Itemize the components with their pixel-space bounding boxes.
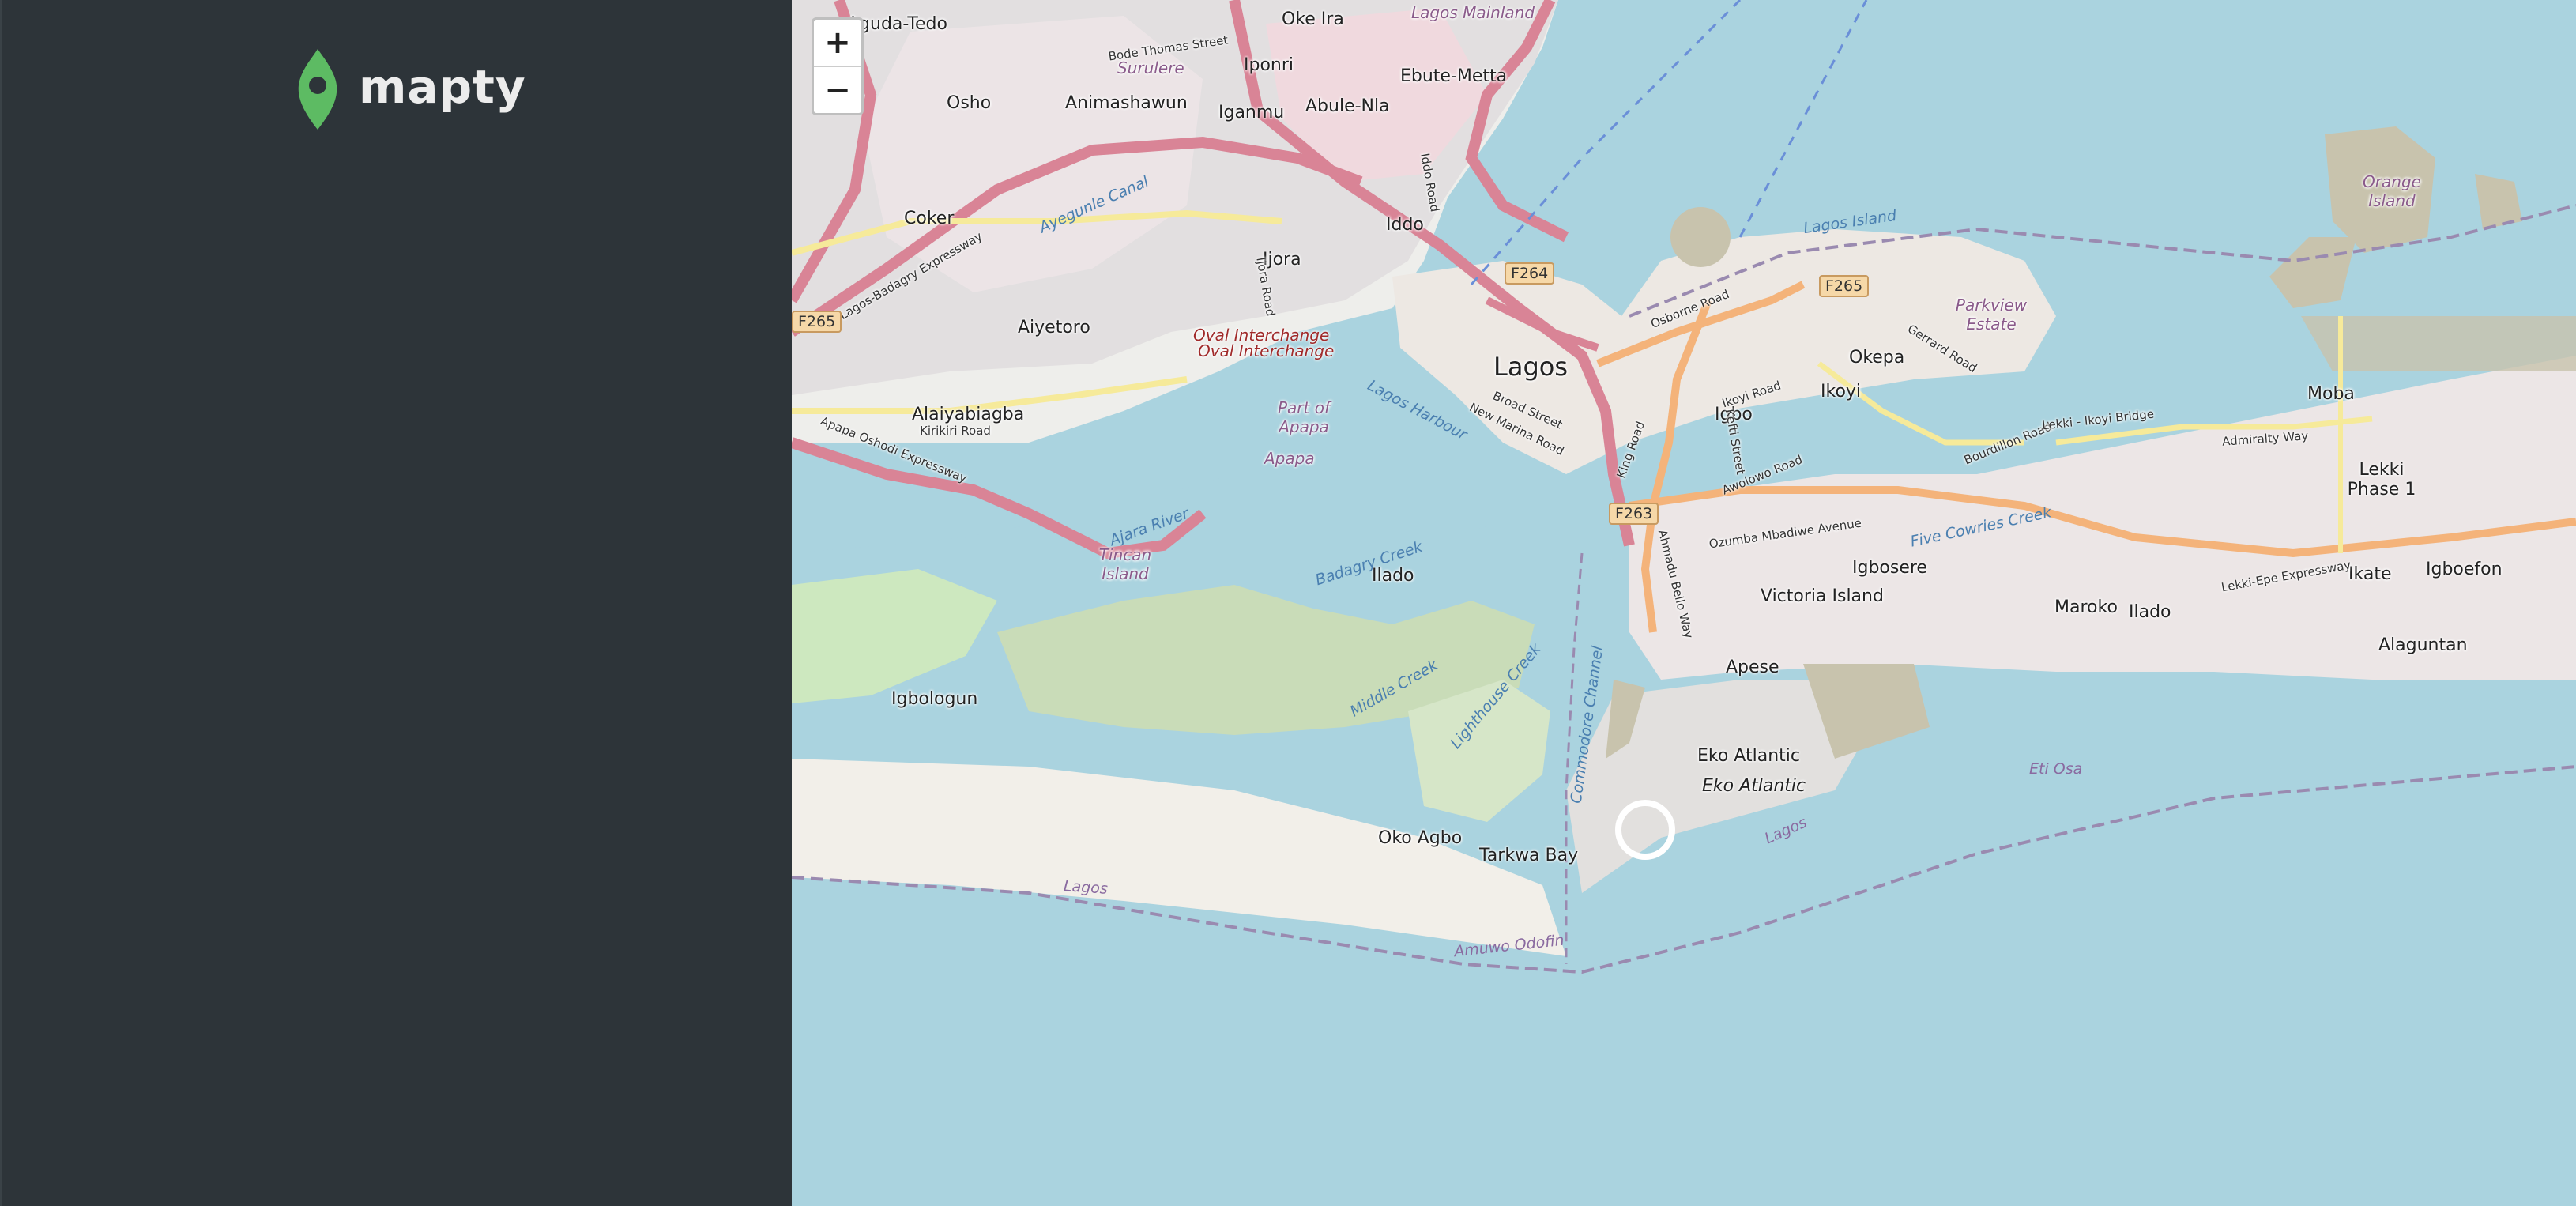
map-label-moba: Moba bbox=[2307, 384, 2355, 404]
map-label-animashawun: Animashawun bbox=[1065, 93, 1188, 113]
map-label-part-of-apapa: Part of Apapa bbox=[1277, 398, 1330, 436]
map-label-osho: Osho bbox=[947, 93, 992, 113]
map-label-oko-agbo: Oko Agbo bbox=[1378, 828, 1463, 848]
map-label-lekki-phase-1: Lekki Phase 1 bbox=[2347, 460, 2416, 499]
map-label-oke-ira: Oke Ira bbox=[1282, 9, 1344, 29]
zoom-out-button[interactable]: − bbox=[814, 66, 861, 113]
map-label-eko-atlantic: Eko Atlantic bbox=[1697, 746, 1800, 766]
water-label-lagos-west: Lagos bbox=[1063, 877, 1109, 898]
map-pin-icon bbox=[294, 46, 341, 133]
map-label-igbosere: Igbosere bbox=[1852, 558, 1927, 578]
map-label-iponri: Iponri bbox=[1244, 55, 1294, 75]
map-label-lagos: Lagos bbox=[1493, 352, 1568, 382]
map-label-parkview-estate: Parkview Estate bbox=[1955, 296, 2028, 334]
map-label-iganmu: Iganmu bbox=[1218, 103, 1285, 122]
road-shield-f263: F263 bbox=[1609, 503, 1659, 525]
zoom-control: + − bbox=[812, 17, 864, 115]
map-label-oval-interchange-2: Oval Interchange bbox=[1198, 341, 1335, 360]
logo-text: mapty bbox=[359, 60, 526, 114]
map-label-ilado: Ilado bbox=[2129, 602, 2171, 622]
map-label-abule-nla: Abule-Nla bbox=[1305, 96, 1390, 116]
map-label-coker: Coker bbox=[904, 209, 955, 228]
app-root: mapty Lagos Ikoyi Victoria Island Maroko… bbox=[0, 0, 2576, 1206]
map-label-orange-island: Orange Island bbox=[2363, 172, 2421, 210]
map-label-ikoyi: Ikoyi bbox=[1821, 382, 1862, 401]
water-label-eti-osa: Eti Osa bbox=[2029, 760, 2083, 778]
map-label-tincan-island: Tincan Island bbox=[1098, 545, 1152, 583]
map-label-ebute-metta: Ebute-Metta bbox=[1400, 66, 1508, 86]
zoom-in-button[interactable]: + bbox=[814, 20, 861, 66]
map-label-apapa: Apapa bbox=[1264, 449, 1315, 468]
road-shield-f264: F264 bbox=[1505, 262, 1555, 285]
map-label-ikate: Ikate bbox=[2348, 564, 2392, 584]
road-shield-f265-west: F265 bbox=[792, 311, 842, 333]
map-label-maroko: Maroko bbox=[2054, 597, 2118, 617]
map-label-victoria-island: Victoria Island bbox=[1761, 586, 1884, 606]
map-label-okepa: Okepa bbox=[1849, 348, 1905, 367]
map-label-alaguntan: Alaguntan bbox=[2378, 635, 2468, 655]
road-shield-f265-east: F265 bbox=[1819, 275, 1870, 297]
map[interactable]: Lagos Ikoyi Victoria Island Maroko Ilado… bbox=[792, 0, 2576, 1206]
map-label-igboefon: Igboefon bbox=[2426, 560, 2503, 579]
sidebar: mapty bbox=[0, 0, 792, 1206]
map-label-apese: Apese bbox=[1726, 658, 1779, 677]
map-label-aiyetoro: Aiyetoro bbox=[1018, 318, 1090, 337]
road-label-kirikiri-road: Kirikiri Road bbox=[920, 424, 991, 438]
map-label-igbologun: Igbologun bbox=[891, 689, 978, 709]
map-label-alaiyabiagba: Alaiyabiagba bbox=[912, 405, 1025, 424]
map-label-surulere: Surulere bbox=[1117, 58, 1184, 77]
logo[interactable]: mapty bbox=[294, 46, 526, 133]
map-label-iddo: Iddo bbox=[1386, 215, 1424, 235]
map-label-eko-atlantic-2: Eko Atlantic bbox=[1702, 776, 1806, 796]
map-label-tarkwa-bay: Tarkwa Bay bbox=[1479, 846, 1579, 865]
map-label-lagos-mainland: Lagos Mainland bbox=[1411, 3, 1535, 22]
